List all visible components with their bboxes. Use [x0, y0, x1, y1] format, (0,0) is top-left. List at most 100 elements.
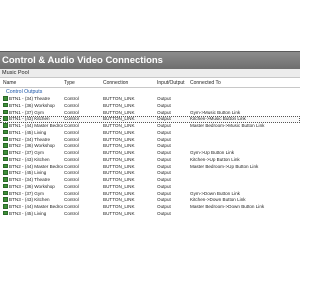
connections-window: Control & Audio Video Connections Music … — [0, 51, 300, 249]
group-row[interactable]: Control Outputs — [0, 88, 300, 96]
cell-name: BTN2 - (43) Kitchen — [9, 156, 50, 162]
cell-name: BTN1 - (36) Workshop — [9, 102, 55, 108]
cell-connection: BUTTON_LINK — [103, 170, 135, 176]
cell-type: Control — [64, 163, 79, 169]
connection-icon — [3, 143, 8, 148]
cell-io: Output — [157, 183, 171, 189]
table-row[interactable]: BTN1 - (37) Gym Control BUTTON_LINK Output G… — [0, 109, 300, 117]
cell-connection: BUTTON_LINK — [103, 109, 135, 115]
cell-connection: BUTTON_LINK — [103, 183, 135, 189]
table-row[interactable]: BTN1 - (36) Workshop Control BUTTON_LINK Ou… — [0, 102, 300, 110]
connection-icon — [3, 96, 8, 101]
cell-io: Output — [157, 96, 171, 101]
cell-io: Output — [157, 116, 171, 122]
cell-connection: BUTTON_LINK — [103, 129, 135, 135]
cell-io: Output — [157, 170, 171, 176]
table-row[interactable]: BTN2 - (45) Living Control BUTTON_LINK Outp… — [0, 170, 300, 177]
cell-connected-to: Master Bedroom->Down Button Link — [190, 204, 265, 209]
title-bar: Control & Audio Video Connections — [0, 51, 300, 69]
connection-icon — [3, 116, 8, 121]
table-row[interactable]: BTN2 - (36) Workshop Control BUTTON_LINK Ou… — [0, 143, 300, 150]
connection-icon — [3, 136, 8, 141]
table-row[interactable]: BTN3 - (37) Gym Control BUTTON_LINK Output G… — [0, 190, 300, 198]
cell-io: Output — [157, 197, 171, 203]
table-row[interactable]: BTN2 - (43) Kitchen Control BUTTON_LINK Out… — [0, 156, 300, 164]
table-row[interactable]: BTN3 - (45) Living Control BUTTON_LINK Outp… — [0, 210, 300, 218]
cell-name: BTN3 - (44) Master Bedroo... — [9, 204, 63, 209]
connection-icon — [3, 190, 8, 195]
cell-io: Output — [157, 136, 171, 142]
column-io-header[interactable]: Input/Output — [157, 78, 187, 88]
table-row[interactable]: BTN2 - (37) Gym Control BUTTON_LINK Output G… — [0, 150, 300, 157]
connection-icon — [3, 170, 8, 175]
table-body: BTN1 - (34) Theatre Control BUTTON_LINK Out… — [0, 96, 300, 218]
connection-icon — [3, 163, 8, 168]
cell-connection: BUTTON_LINK — [103, 143, 135, 149]
connection-icon — [3, 177, 8, 182]
table-row[interactable]: BTN1 - (44) Master Bedroo... Control BUTTO… — [0, 123, 300, 130]
cell-io: Output — [157, 156, 171, 162]
cell-type: Control — [64, 170, 79, 176]
connection-icon — [3, 102, 8, 108]
table-row[interactable]: BTN3 - (43) Kitchen Control BUTTON_LINK Out… — [0, 197, 300, 204]
cell-connection: BUTTON_LINK — [103, 177, 135, 182]
column-connected-to-header[interactable]: Connected To — [190, 78, 298, 88]
group-label: Control Outputs — [6, 89, 43, 95]
cell-type: Control — [64, 123, 79, 128]
cell-connected-to: Kitchen->Down Button Link — [190, 197, 246, 203]
connection-icon — [3, 210, 8, 216]
pool-label: Music Pool — [2, 70, 29, 76]
cell-connection: BUTTON_LINK — [103, 163, 135, 169]
cell-connected-to: Gym->Music Button Link — [190, 109, 241, 115]
table-row[interactable]: BTN2 - (44) Master Bedroo... Control BUTTO… — [0, 163, 300, 171]
cell-type: Control — [64, 102, 79, 108]
cell-io: Output — [157, 123, 171, 128]
cell-connection: BUTTON_LINK — [103, 150, 135, 155]
cell-type: Control — [64, 156, 79, 162]
connection-icon — [3, 183, 8, 189]
column-type-header[interactable]: Type — [64, 78, 100, 88]
cell-connection: BUTTON_LINK — [103, 96, 135, 101]
cell-connected-to: Gym->Up Button Link — [190, 150, 235, 155]
table-row[interactable]: BTN1 - (34) Theatre Control BUTTON_LINK Out… — [0, 96, 300, 103]
cell-type: Control — [64, 129, 79, 135]
table-row[interactable]: BTN2 - (34) Theatre Control BUTTON_LINK Out… — [0, 136, 300, 144]
cell-type: Control — [64, 109, 79, 115]
cell-type: Control — [64, 197, 79, 203]
cell-name: BTN1 - (45) Living — [9, 129, 47, 135]
cell-connected-to: Kitchen->Music Button Link — [190, 116, 246, 122]
table-row[interactable]: BTN3 - (34) Theatre Control BUTTON_LINK Out… — [0, 177, 300, 184]
cell-io: Output — [157, 109, 171, 115]
column-name-header[interactable]: Name — [3, 78, 59, 88]
cell-connection: BUTTON_LINK — [103, 190, 135, 196]
cell-name: BTN1 - (43) Kitchen — [9, 116, 50, 122]
connection-icon — [3, 156, 8, 162]
cell-io: Output — [157, 143, 171, 149]
cell-name: BTN2 - (44) Master Bedroo... — [9, 163, 63, 169]
table-row[interactable]: BTN3 - (36) Workshop Control BUTTON_LINK Ou… — [0, 183, 300, 191]
cell-connected-to: Master Bedroom->Up Button Link — [190, 163, 259, 169]
cell-type: Control — [64, 190, 79, 196]
cell-type: Control — [64, 136, 79, 142]
column-connection-header[interactable]: Connection — [103, 78, 153, 88]
sub-header: Music Pool — [0, 69, 300, 78]
table-row[interactable]: BTN1 - (45) Living Control BUTTON_LINK Outp… — [0, 129, 300, 137]
cell-type: Control — [64, 116, 79, 122]
cell-name: BTN2 - (34) Theatre — [9, 136, 51, 142]
cell-name: BTN1 - (37) Gym — [9, 109, 44, 115]
cell-connection: BUTTON_LINK — [103, 210, 135, 216]
cell-name: BTN2 - (37) Gym — [9, 150, 44, 155]
cell-type: Control — [64, 204, 79, 209]
cell-io: Output — [157, 163, 171, 169]
table-row[interactable]: BTN1 - (43) Kitchen Control BUTTON_LINK Out… — [0, 116, 300, 123]
cell-connection: BUTTON_LINK — [103, 102, 135, 108]
table-row[interactable]: BTN3 - (44) Master Bedroo... Control BUTTO… — [0, 204, 300, 211]
connection-icon — [3, 123, 8, 128]
cell-io: Output — [157, 177, 171, 182]
cell-type: Control — [64, 210, 79, 216]
cell-type: Control — [64, 96, 79, 101]
cell-io: Output — [157, 129, 171, 135]
cell-connected-to: Kitchen->Up Button Link — [190, 156, 240, 162]
connection-icon — [3, 150, 8, 155]
connection-icon — [3, 109, 8, 114]
